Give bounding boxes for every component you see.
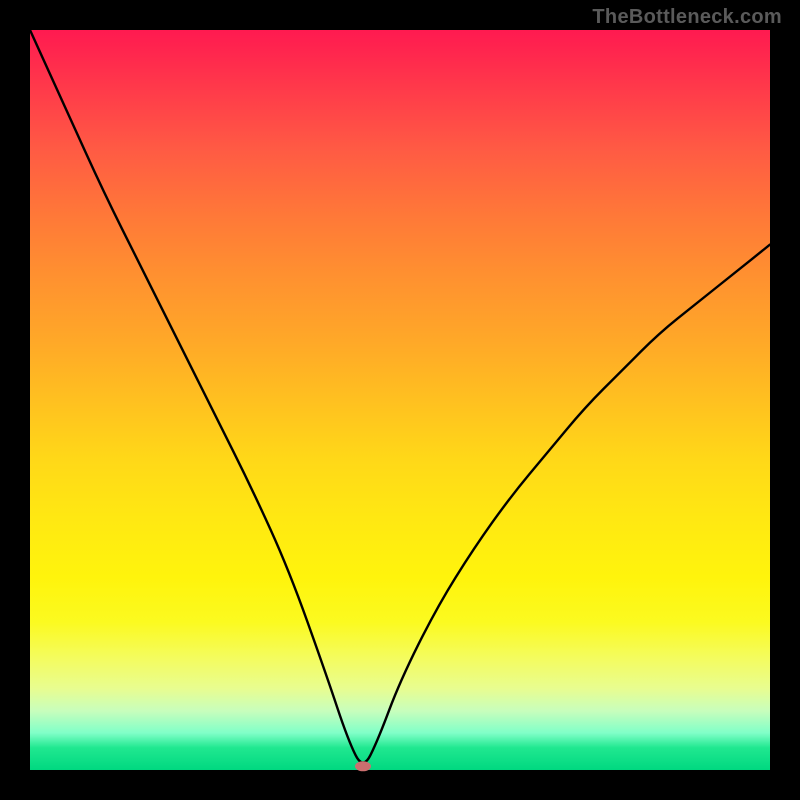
curve-svg xyxy=(30,30,770,770)
bottleneck-curve xyxy=(30,30,770,763)
optimal-point-marker xyxy=(355,761,371,771)
watermark-text: TheBottleneck.com xyxy=(592,6,782,29)
chart-frame: TheBottleneck.com xyxy=(0,0,800,800)
